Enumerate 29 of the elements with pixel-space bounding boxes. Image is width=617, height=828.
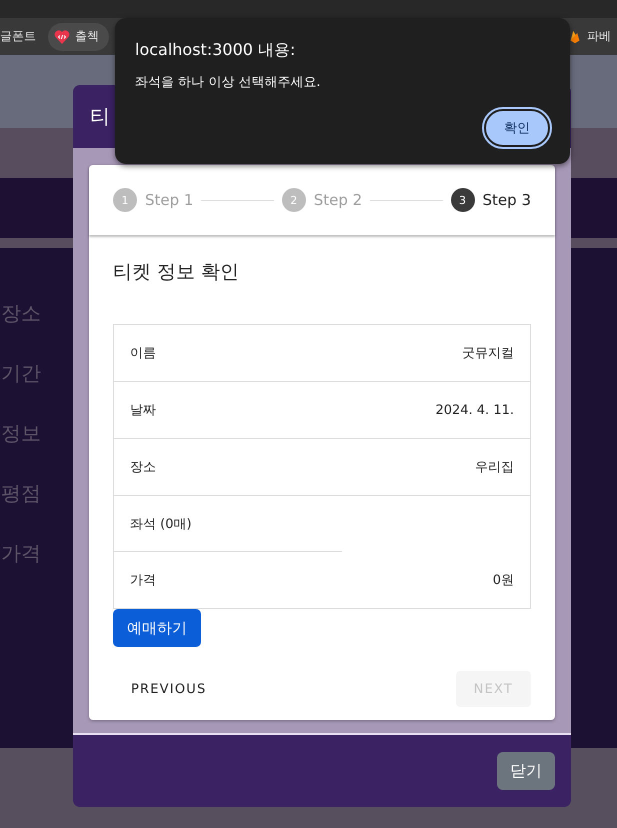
side-label: 장소: [0, 300, 42, 327]
row-value: 2024. 4. 11.: [435, 402, 514, 418]
ok-button[interactable]: 확인: [484, 109, 550, 147]
previous-button[interactable]: PREVIOUS: [113, 671, 224, 707]
row-value: 굿뮤지컬: [462, 345, 514, 362]
row-value: 우리집: [475, 459, 514, 476]
book-button[interactable]: 예매하기: [113, 609, 201, 647]
row-label: 날짜: [130, 402, 156, 419]
step-number[interactable]: 3: [450, 188, 475, 212]
alert-message: 좌석을 하나 이상 선택해주세요.: [135, 74, 322, 91]
alert-title: localhost:3000 내용:: [135, 40, 296, 61]
side-label: 가격: [0, 540, 42, 567]
row-label: 장소: [130, 459, 156, 476]
bookmark-item[interactable]: 글폰트: [0, 22, 42, 50]
close-button[interactable]: 닫기: [497, 752, 555, 790]
row-value: 0원: [492, 572, 514, 589]
flame-icon: [568, 28, 582, 44]
row-label: 이름: [130, 345, 156, 362]
row-label: 가격: [130, 572, 156, 589]
bookmark-item[interactable]: 파베: [568, 22, 617, 50]
side-label: 평점: [0, 480, 42, 507]
row-label: 좌석 (0매): [130, 516, 192, 533]
side-label: 정보: [0, 420, 42, 447]
bookmark-item[interactable]: 출첵: [48, 22, 109, 50]
side-label: 기간: [0, 360, 42, 387]
code-heart-icon: [54, 28, 70, 44]
section-title: 티켓 정보 확인: [113, 260, 240, 285]
step-label[interactable]: Step 3: [482, 191, 531, 209]
modal-title: 티: [90, 103, 110, 130]
